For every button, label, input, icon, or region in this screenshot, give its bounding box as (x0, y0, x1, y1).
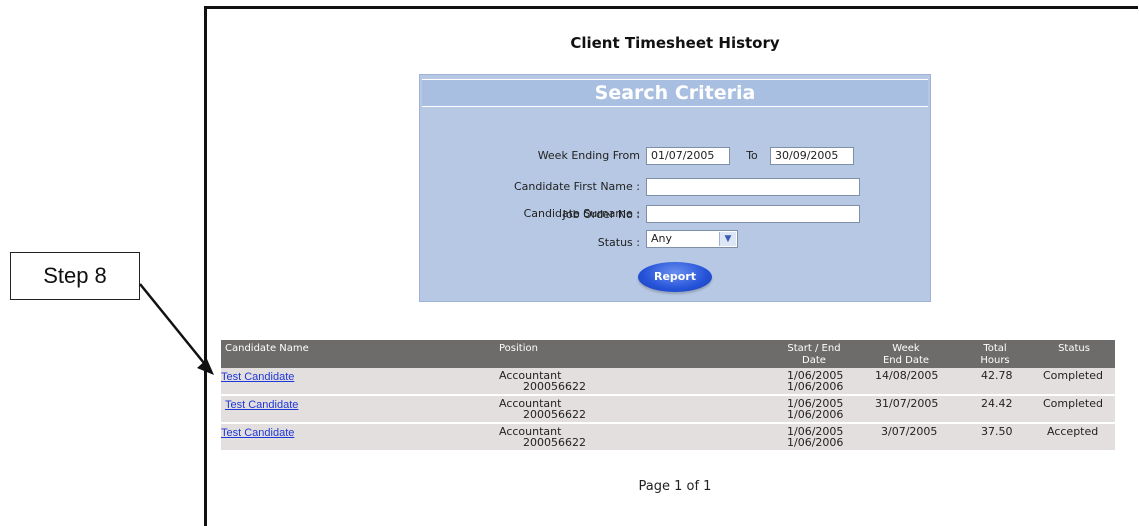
col-week-end-line1: Week (892, 343, 920, 354)
hours-cell: 42.78 (981, 369, 1013, 382)
end-date-cell: 1/06/2006 (787, 380, 844, 393)
job-no-cell: 200056622 (523, 436, 586, 449)
candidate-link[interactable]: Test Candidate (221, 427, 294, 439)
status-label: Status : (597, 236, 640, 249)
status-select[interactable]: Any ▼ (646, 230, 738, 248)
hours-cell: 37.50 (981, 425, 1013, 438)
first-name-input[interactable] (646, 178, 860, 196)
col-week-end-line2: End Date (882, 355, 930, 366)
status-cell: Completed (1043, 397, 1103, 410)
status-cell: Completed (1043, 369, 1103, 382)
table-row: Test Candidate Accountant 200056622 1/06… (221, 368, 1115, 395)
status-select-value: Any (651, 232, 673, 245)
week-end-cell: 14/08/2005 (875, 369, 939, 382)
results-table-header: Candidate Name Position Start / End Date… (221, 340, 1115, 368)
col-status: Status (1058, 343, 1090, 354)
week-end-cell: 3/07/2005 (881, 425, 938, 438)
search-criteria-header: Search Criteria (422, 79, 928, 107)
job-no-cell: 200056622 (523, 408, 586, 421)
candidate-link[interactable]: Test Candidate (221, 371, 294, 383)
table-row: Test Candidate Accountant 200056622 1/06… (221, 424, 1115, 451)
table-row: Test Candidate Accountant 200056622 1/06… (221, 396, 1115, 423)
candidate-link[interactable]: Test Candidate (225, 399, 298, 411)
col-total-line2: Hours (980, 355, 1010, 366)
job-no-cell: 200056622 (523, 380, 586, 393)
col-position: Position (499, 343, 538, 354)
week-ending-from-label: Week Ending From (537, 149, 640, 162)
col-total-line1: Total (983, 343, 1007, 354)
col-start-end-line2: Date (802, 355, 826, 366)
col-start-end-line1: Start / End (787, 343, 841, 354)
week-to-input[interactable]: 30/09/2005 (770, 147, 854, 165)
step-callout: Step 8 (10, 252, 140, 300)
chevron-down-icon[interactable]: ▼ (719, 232, 736, 246)
pagination-info: Page 1 of 1 (638, 479, 712, 494)
week-from-input[interactable]: 01/07/2005 (646, 147, 730, 165)
end-date-cell: 1/06/2006 (787, 436, 844, 449)
report-button[interactable]: Report (638, 262, 712, 292)
hours-cell: 24.42 (981, 397, 1013, 410)
week-end-cell: 31/07/2005 (875, 397, 939, 410)
to-label: To (746, 149, 758, 162)
col-candidate-name: Candidate Name (225, 343, 309, 354)
first-name-label: Candidate First Name : (513, 180, 640, 193)
surname-input[interactable] (646, 205, 860, 223)
end-date-cell: 1/06/2006 (787, 408, 844, 421)
job-order-label: Job Order No : (562, 208, 640, 221)
page-title: Client Timesheet History (570, 34, 780, 52)
status-cell: Accepted (1047, 425, 1099, 438)
